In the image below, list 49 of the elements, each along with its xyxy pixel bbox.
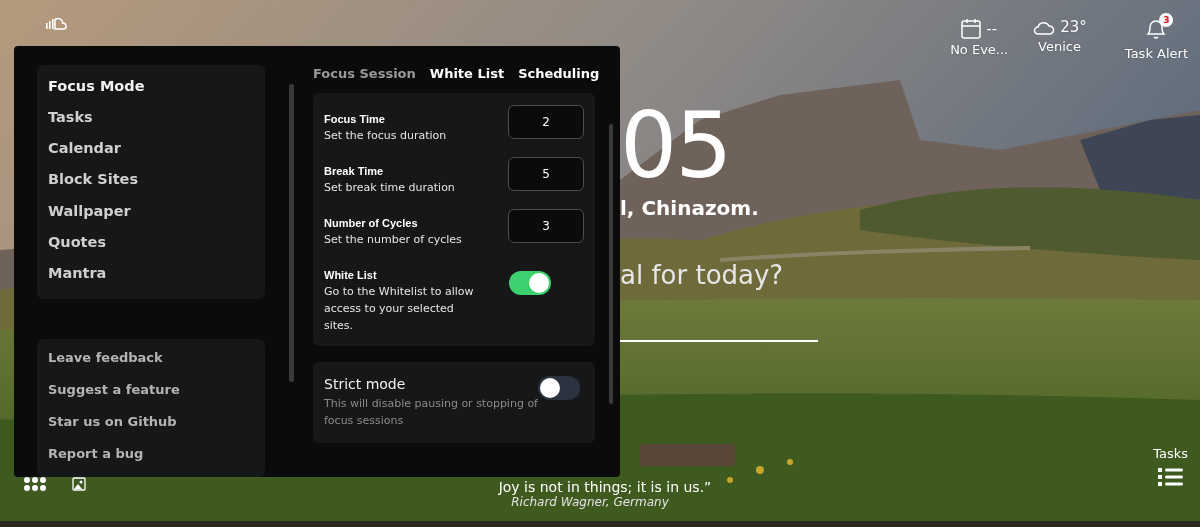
sidebar-item[interactable]: Wallpaper [48, 199, 254, 231]
focus-question: al for today? [620, 260, 785, 290]
tab[interactable]: Focus Session [313, 66, 416, 81]
task-alert-label[interactable]: Task Alert [1124, 46, 1188, 61]
number-input[interactable]: 3 [508, 209, 584, 243]
setting-description: Set break time duration [324, 180, 456, 196]
setting-title: Focus Time [324, 113, 386, 125]
bell-icon[interactable] [1145, 18, 1168, 40]
sidebar-item[interactable]: Calendar [48, 137, 254, 169]
cloud-logo-icon[interactable] [46, 18, 68, 30]
setting-description: Set the focus duration [324, 128, 448, 144]
greeting: l, Chinazom. [620, 196, 760, 220]
link[interactable]: Star us on Github [48, 413, 254, 445]
quote-text: Joy is not in things; it is in us.” [498, 479, 712, 495]
scrollbar-thumb[interactable] [609, 124, 613, 404]
setting-title: Break Time [324, 165, 385, 177]
tasks-button[interactable]: Tasks [1153, 446, 1188, 487]
setting-title: White List [324, 269, 378, 281]
quote-author: Richard Wagner, Germany [511, 495, 669, 509]
number-input[interactable]: 5 [508, 157, 584, 191]
city-name[interactable]: Venice [1038, 39, 1081, 54]
sidebar-item[interactable]: Quotes [48, 230, 254, 262]
sidebar-item[interactable]: Focus Mode [48, 75, 254, 107]
temperature: 23° [1060, 18, 1087, 36]
goal-input-line[interactable] [620, 340, 818, 342]
setting-description: Go to the Whitelist to allow access to your selected sites. [324, 284, 475, 334]
toggle-switch[interactable] [538, 376, 580, 400]
setting-title: Number of Cycles [324, 217, 419, 229]
clock-time: 05 [620, 96, 732, 196]
tab[interactable]: White List [429, 66, 505, 81]
calendar-icon[interactable] [961, 18, 982, 39]
link[interactable]: Suggest a feature [48, 381, 254, 413]
setting-description: Set the number of cycles [324, 232, 463, 248]
toggle-switch[interactable] [509, 271, 551, 295]
image-icon[interactable] [72, 477, 86, 491]
setting-title: Strict mode [324, 376, 407, 392]
sidebar-item[interactable]: Block Sites [48, 168, 254, 200]
event-label[interactable]: No Eve... [950, 42, 1009, 57]
link[interactable]: Leave feedback [48, 349, 254, 381]
link[interactable]: Report a bug [48, 445, 254, 477]
list-icon [1158, 467, 1184, 487]
apps-grid-icon[interactable] [24, 477, 46, 491]
tab[interactable]: Scheduling [518, 66, 600, 81]
event-time: -- [986, 19, 998, 38]
sidebar-item[interactable]: Mantra [48, 261, 254, 293]
scrollbar-thumb[interactable] [289, 84, 294, 382]
setting-description: This will disable pausing or stopping of focus sessions [324, 396, 538, 429]
sidebar-item[interactable]: Tasks [48, 106, 254, 138]
number-input[interactable]: 2 [508, 105, 584, 139]
